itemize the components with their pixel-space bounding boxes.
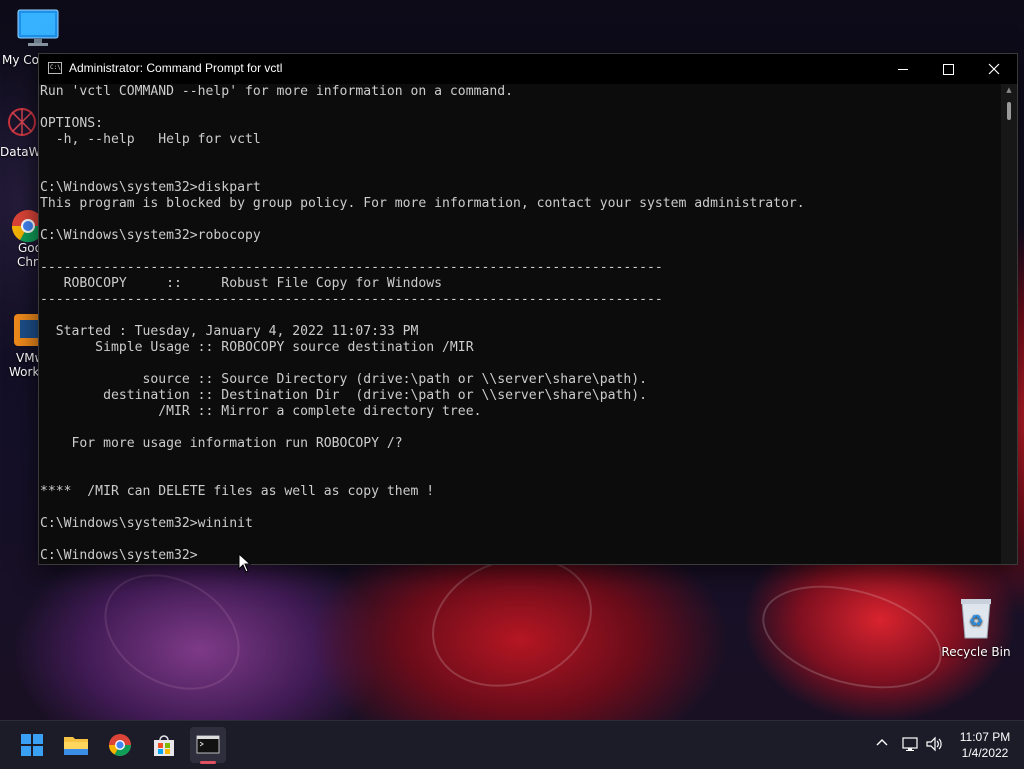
cmd-icon: C:\: [48, 62, 62, 74]
vertical-scrollbar[interactable]: ▲: [1001, 84, 1017, 564]
taskbar-microsoft-store[interactable]: [146, 727, 182, 763]
close-icon: [988, 63, 1000, 75]
console-line: **** /MIR can DELETE files as well as co…: [40, 484, 435, 499]
maximize-button[interactable]: [925, 54, 971, 84]
console-line: Run 'vctl COMMAND --help' for more infor…: [40, 84, 513, 99]
console-line: /MIR :: Mirror a complete directory tree…: [40, 404, 482, 419]
minimize-icon: [898, 69, 908, 70]
tray-clock[interactable]: 11:07 PM 1/4/2022: [954, 729, 1016, 761]
taskbar-chrome[interactable]: [102, 727, 138, 763]
window-titlebar[interactable]: C:\ Administrator: Command Prompt for vc…: [39, 54, 1017, 84]
terminal-icon: [196, 735, 220, 754]
console-line: OPTIONS:: [40, 116, 104, 131]
chrome-icon: [109, 734, 131, 756]
console-line: C:\Windows\system32>: [40, 548, 198, 563]
console-line: Simple Usage :: ROBOCOPY source destinat…: [40, 340, 474, 355]
vmware-icon: [14, 314, 42, 346]
console-line: ROBOCOPY :: Robust File Copy for Windows: [40, 276, 443, 291]
windows-start-icon: [21, 734, 43, 756]
console-line: C:\Windows\system32>diskpart: [40, 180, 261, 195]
computer-icon: [17, 9, 59, 46]
volume-icon: [926, 736, 942, 752]
console-line: This program is blocked by group policy.…: [40, 196, 805, 211]
store-icon: [154, 735, 174, 756]
desktop-icon-label: DataW: [0, 145, 41, 159]
recycle-bin-icon: ♻: [961, 599, 991, 639]
tray-date: 1/4/2022: [961, 746, 1009, 760]
taskbar-file-explorer[interactable]: [58, 727, 94, 763]
desktop-icon-label-line2: Chro: [17, 255, 45, 269]
console-line: For more usage information run ROBOCOPY …: [40, 436, 403, 451]
tray-time: 11:07 PM: [959, 730, 1011, 744]
desktop-icon-label-line2: Works: [9, 365, 46, 379]
desktop-icon-recycle-bin[interactable]: ♻ Recycle Bin: [938, 596, 1014, 659]
console-line: Started : Tuesday, January 4, 2022 11:07…: [40, 324, 419, 339]
maximize-icon: [943, 64, 954, 75]
console-text: Run 'vctl COMMAND --help' for more infor…: [39, 84, 1001, 564]
console-line: ----------------------------------------…: [40, 292, 663, 307]
tray-network[interactable]: [901, 735, 919, 756]
minimize-button[interactable]: [880, 54, 926, 84]
chrome-icon: [11, 210, 45, 243]
console-line: source :: Source Directory (drive:\path …: [40, 372, 647, 387]
window-title: Administrator: Command Prompt for vctl: [69, 61, 283, 75]
mouse-pointer-icon: [238, 553, 252, 573]
tray-show-hidden-icons[interactable]: [874, 735, 890, 754]
command-prompt-window[interactable]: C:\ Administrator: Command Prompt for vc…: [38, 53, 1018, 565]
taskbar-command-prompt[interactable]: [190, 727, 226, 763]
desktop-icon-label: VMw: [16, 351, 45, 365]
desktop-icon-label: Goo: [18, 241, 42, 255]
console-line: C:\Windows\system32>robocopy: [40, 228, 261, 243]
desktop-icon-google-chrome[interactable]: Goo Chro: [0, 206, 45, 269]
console-line: destination :: Destination Dir (drive:\p…: [40, 388, 647, 403]
console-line: ----------------------------------------…: [40, 260, 663, 275]
scroll-up-arrow-icon[interactable]: ▲: [1001, 84, 1017, 96]
network-icon: [902, 737, 918, 751]
scrollbar-thumb[interactable]: [1007, 102, 1011, 120]
tray-volume[interactable]: [925, 735, 943, 756]
desktop-icon-vmware-workstation[interactable]: VMw Works: [0, 310, 46, 379]
active-app-indicator: [200, 761, 216, 764]
svg-text:♻: ♻: [969, 611, 983, 630]
chevron-up-icon: [876, 739, 888, 746]
taskbar-start-button[interactable]: [14, 727, 50, 763]
desktop-icon-label: Recycle Bin: [941, 645, 1011, 659]
desktop-icon-datawarrior[interactable]: DataW: [0, 104, 41, 159]
console-output[interactable]: Run 'vctl COMMAND --help' for more infor…: [39, 84, 1001, 564]
close-button[interactable]: [971, 54, 1017, 84]
datawarrior-icon: [8, 108, 36, 136]
console-line: -h, --help Help for vctl: [40, 132, 261, 147]
console-line: C:\Windows\system32>wininit: [40, 516, 253, 531]
file-explorer-icon: [64, 737, 88, 755]
taskbar: 11:07 PM 1/4/2022: [0, 720, 1024, 769]
